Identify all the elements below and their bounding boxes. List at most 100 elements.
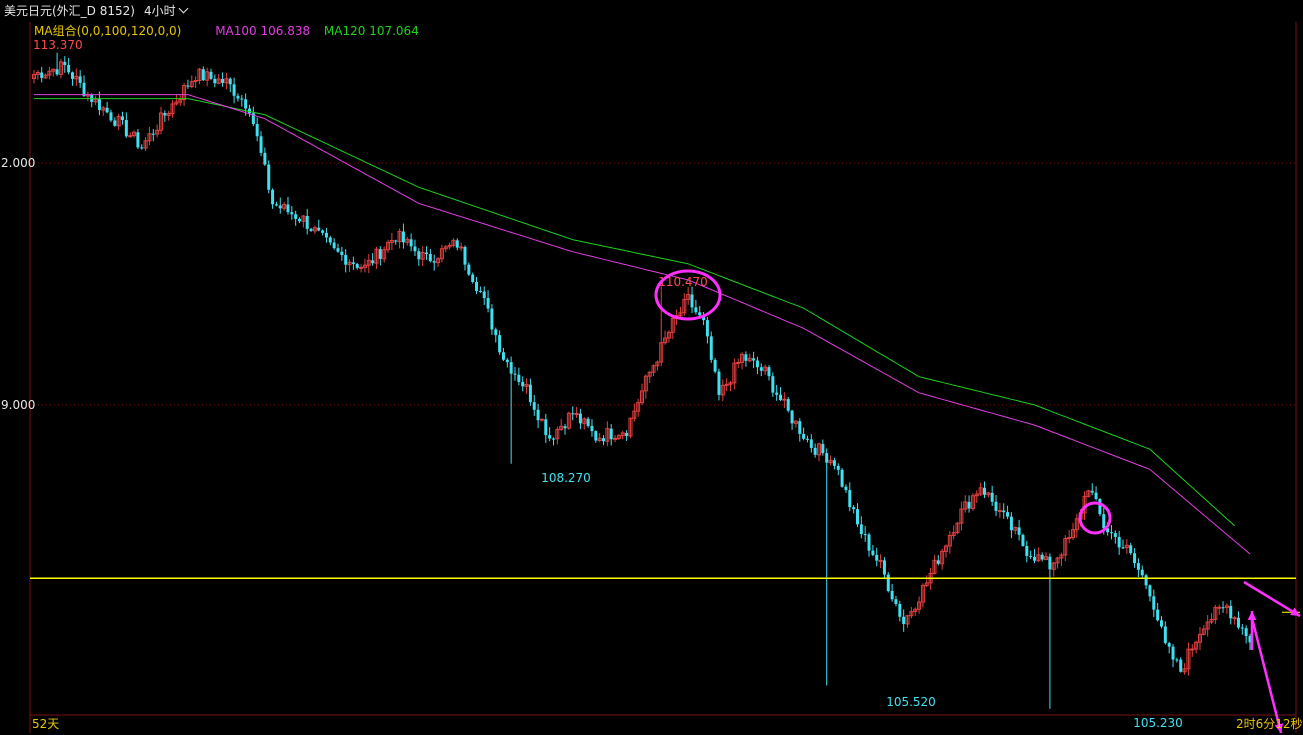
candle-body (825, 453, 829, 463)
candle-body (509, 362, 513, 374)
candle-body (513, 373, 517, 375)
candle-body (1090, 490, 1094, 493)
candle-body (709, 336, 713, 360)
candlestick-chart[interactable]: 2.0009.000113.370110.470108.270105.52010… (0, 0, 1303, 735)
candle-body (848, 490, 852, 508)
candle-body (309, 228, 313, 231)
candle-body (844, 486, 848, 491)
candle-body (1002, 510, 1006, 513)
candle-body (1232, 617, 1237, 620)
candle-body (55, 69, 59, 75)
candle-body (1144, 575, 1148, 586)
candle-body (1240, 627, 1244, 629)
candle-body (201, 69, 205, 81)
candle-body (401, 231, 405, 243)
arrow-right (1243, 580, 1301, 618)
candle-body (967, 501, 971, 509)
candle-body (478, 290, 482, 292)
candle-body (821, 443, 825, 454)
candle-body (1121, 547, 1125, 549)
candle-body (1136, 563, 1140, 570)
candle-body (467, 264, 471, 275)
candle-body (232, 84, 236, 96)
candle-body (767, 367, 771, 377)
candle-body (1098, 498, 1102, 515)
candle-body (255, 124, 259, 137)
candle-body (240, 98, 244, 100)
candle-body (1148, 585, 1152, 597)
candle-body (1167, 643, 1171, 647)
candle-body (1021, 534, 1025, 546)
candle-body (1048, 556, 1052, 570)
price-annotation: 113.370 (33, 38, 83, 52)
arrow-down (1250, 617, 1283, 734)
candle-body (82, 82, 86, 96)
candle-body (490, 308, 494, 330)
candle-body (990, 492, 994, 502)
candle-body (417, 251, 421, 260)
candle-body (867, 534, 871, 551)
candle-body (286, 204, 290, 213)
candle-body (855, 509, 859, 525)
candle-body (298, 218, 302, 222)
candle-body (698, 312, 702, 316)
candle-body (413, 246, 417, 252)
candle-body (521, 381, 525, 387)
candle-body (328, 237, 332, 243)
candle-body (1171, 646, 1175, 660)
candle-body (786, 399, 790, 411)
candle-body (859, 524, 863, 535)
candle-body (1179, 659, 1183, 672)
candle-body (1152, 596, 1156, 610)
candle-body (1009, 516, 1013, 531)
candle-body (1156, 609, 1160, 621)
candle-body (517, 374, 521, 382)
candle-body (1025, 545, 1029, 557)
candle-body (63, 61, 67, 66)
candle-body (317, 227, 321, 231)
candle-body (463, 246, 467, 265)
candle-body (878, 559, 883, 562)
price-annotation: 105.520 (886, 695, 936, 709)
candle-body (586, 418, 590, 426)
candle-body (70, 72, 74, 79)
candle-body (1236, 617, 1240, 628)
candle-body (1102, 514, 1106, 529)
candle-body (813, 447, 817, 455)
candle-body (113, 120, 117, 126)
candle-body (790, 410, 794, 424)
candle-body (213, 78, 217, 84)
candle-body (809, 439, 813, 448)
candle-body (886, 574, 890, 591)
candle-body (852, 507, 856, 510)
candle-body (340, 251, 344, 255)
candle-body (1244, 628, 1248, 637)
candle-body (186, 85, 190, 87)
candle-body (840, 469, 844, 487)
candle-body (1113, 533, 1117, 537)
candle-body (1117, 536, 1121, 548)
candle-body (274, 204, 278, 206)
footer-countdown-label: 2时6分12秒 (1236, 717, 1303, 731)
candle-body (705, 320, 709, 337)
candle-body (805, 438, 809, 440)
candle-body (836, 465, 840, 470)
candle-body (755, 360, 759, 368)
candle-body (736, 361, 741, 364)
price-annotation: 105.230 (1133, 716, 1183, 730)
candle-body (894, 599, 898, 604)
candle-body (1140, 569, 1144, 576)
candle-body (982, 487, 986, 495)
candle-body (371, 260, 375, 264)
candle-body (775, 392, 779, 395)
candle-body (1033, 556, 1037, 561)
candle-body (863, 534, 867, 536)
candle-body (105, 107, 109, 113)
candle-body (590, 425, 594, 432)
candle-body (609, 428, 613, 440)
candle-body (1129, 545, 1133, 554)
candle-body (97, 99, 101, 111)
candle-body (425, 252, 429, 255)
candle-body (602, 438, 606, 442)
candle-body (690, 294, 694, 308)
